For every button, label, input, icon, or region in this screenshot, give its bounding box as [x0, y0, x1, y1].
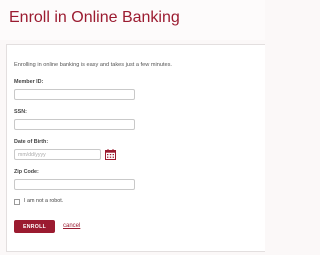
not-a-robot-label: I am not a robot. — [24, 198, 64, 204]
page-title: Enroll in Online Banking — [9, 9, 180, 26]
enrollment-form-card: Enrolling in online banking is easy and … — [6, 44, 265, 252]
calendar-icon[interactable] — [105, 149, 116, 160]
member-id-field[interactable] — [14, 89, 135, 100]
dob-label: Date of Birth: — [14, 139, 49, 145]
not-a-robot-checkbox[interactable] — [14, 199, 20, 205]
zip-code-field[interactable] — [14, 179, 135, 190]
zip-code-label: Zip Code: — [14, 169, 39, 175]
cancel-link[interactable]: cancel — [63, 223, 80, 229]
enroll-button[interactable]: ENROLL — [14, 220, 55, 233]
page-header: Enroll in Online Banking — [0, 0, 265, 40]
dob-field[interactable] — [14, 149, 101, 160]
intro-text: Enrolling in online banking is easy and … — [14, 62, 172, 68]
ssn-field[interactable] — [14, 119, 135, 130]
ssn-label: SSN: — [14, 109, 27, 115]
member-id-label: Member ID: — [14, 79, 44, 85]
